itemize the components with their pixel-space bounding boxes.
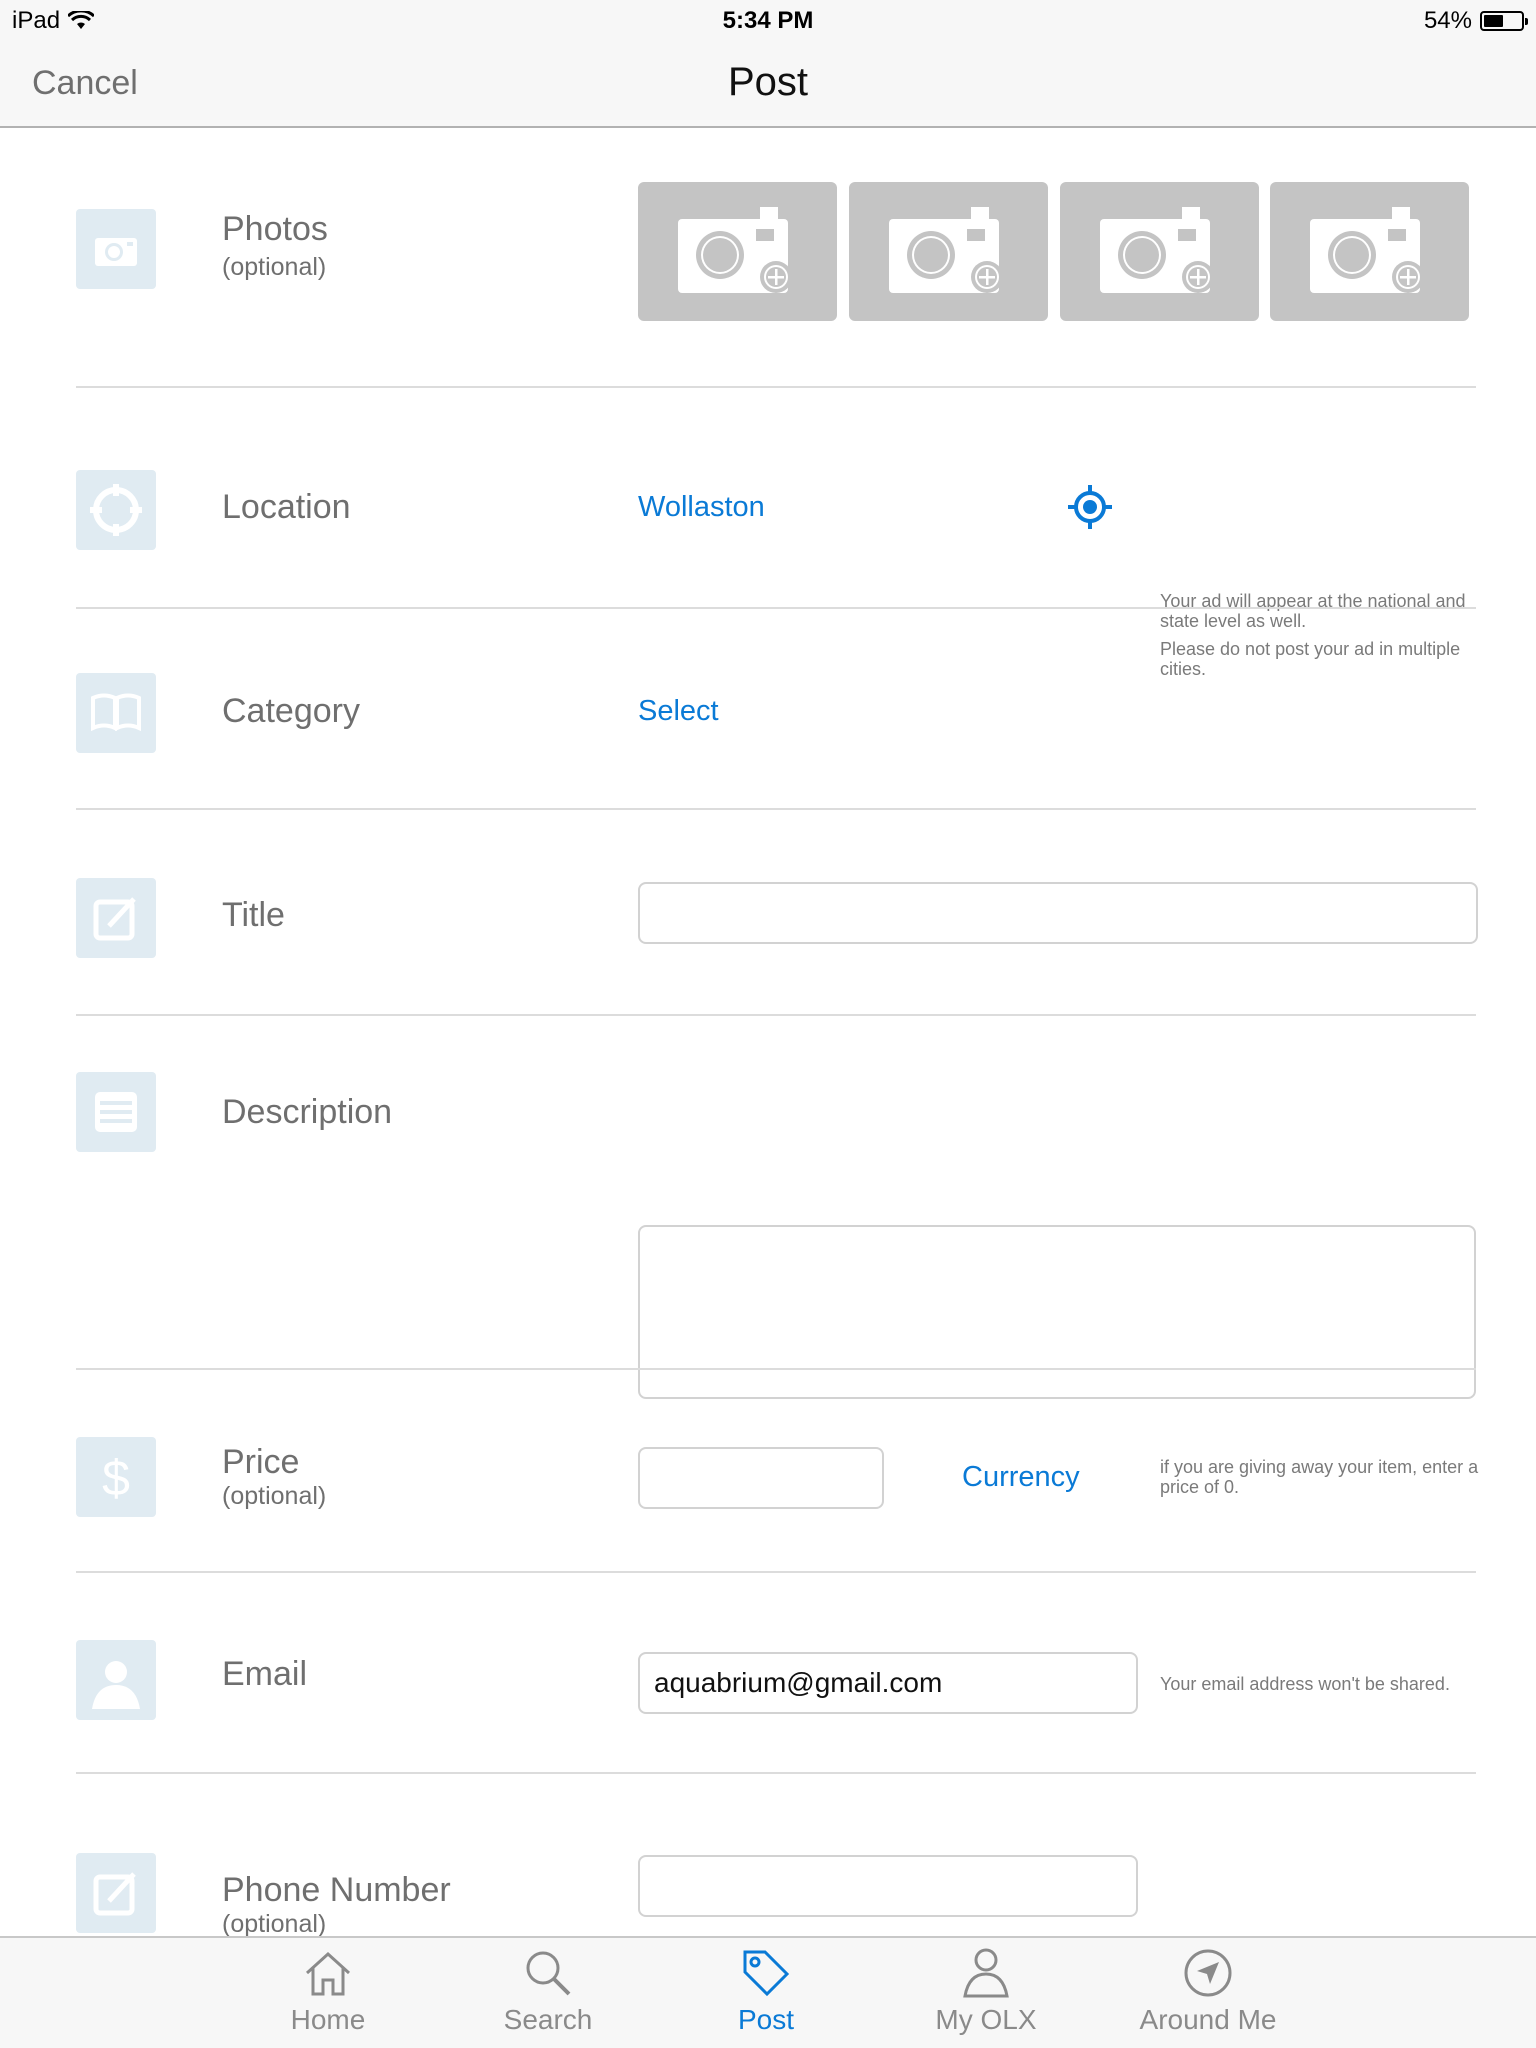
currency-button[interactable]: Currency	[962, 1461, 1080, 1494]
description-row: Description	[0, 1015, 1536, 1399]
locate-me-icon[interactable]	[1068, 485, 1112, 529]
svg-text:$: $	[102, 1450, 130, 1506]
page-title: Post	[727, 60, 809, 104]
add-photo-icon	[1309, 206, 1424, 293]
tab-label: Around Me	[1139, 2004, 1277, 2035]
title-input[interactable]	[638, 882, 1478, 944]
location-value-button[interactable]: Wollaston	[638, 491, 765, 524]
compose-icon	[76, 1853, 156, 1933]
post-form: Photos (optional) Location Wollaston You…	[0, 130, 1536, 1936]
email-input[interactable]	[638, 1652, 1138, 1714]
tab-label: Search	[503, 2004, 593, 2035]
location-target-icon	[76, 470, 156, 550]
battery-status: 54%	[1423, 7, 1528, 35]
phone-label: Phone Number (optional)	[222, 1871, 451, 1936]
compose-icon	[76, 878, 156, 958]
title-row: Title	[0, 809, 1536, 1015]
battery-percent: 54%	[1423, 7, 1472, 34]
photos-label: Photos (optional)	[222, 210, 328, 281]
tab-label: Home	[290, 2004, 366, 2035]
email-hint: Your email address won't be shared.	[1160, 1674, 1450, 1694]
add-photo-button-1[interactable]	[638, 182, 837, 321]
add-photo-button-2[interactable]	[849, 182, 1048, 321]
tab-post[interactable]: Post	[686, 1946, 846, 2036]
dollar-icon: $	[76, 1437, 156, 1517]
battery-icon	[1480, 11, 1528, 31]
tag-icon	[743, 1950, 790, 1997]
price-row: $ Price (optional) Currency if you are g…	[0, 1369, 1536, 1572]
text-lines-icon	[76, 1072, 156, 1152]
category-select-button[interactable]: Select	[638, 695, 719, 728]
home-icon	[305, 1951, 351, 1996]
camera-icon	[76, 209, 156, 289]
price-hint: if you are giving away your item, enter …	[1160, 1457, 1479, 1497]
tab-around-me[interactable]: Around Me	[1128, 1946, 1288, 2036]
photos-row: Photos (optional)	[0, 130, 1536, 388]
phone-input[interactable]	[638, 1855, 1138, 1917]
tab-label: Post	[737, 2004, 795, 2035]
book-icon	[76, 673, 156, 753]
tab-my-olx[interactable]: My OLX	[906, 1946, 1066, 2036]
tab-home[interactable]: Home	[248, 1946, 408, 2036]
phone-row: Phone Number (optional)	[0, 1773, 1536, 1936]
person-icon	[76, 1640, 156, 1720]
title-label: Title	[222, 896, 285, 934]
tab-bar: Home Search Post My OLX Around Me	[0, 1936, 1536, 2048]
tab-search[interactable]: Search	[468, 1946, 628, 2036]
location-row: Location Wollaston Your ad will appear a…	[0, 388, 1536, 679]
person-icon	[963, 1948, 1009, 1998]
category-label: Category	[222, 692, 360, 730]
category-row: Category Select	[0, 608, 1536, 808]
status-bar: iPad 5:34 PM 54%	[0, 0, 1536, 42]
email-label: Email	[222, 1655, 308, 1693]
add-photo-icon	[677, 206, 792, 293]
price-label: Price (optional)	[222, 1443, 327, 1510]
email-row: Email Your email address won't be shared…	[0, 1572, 1536, 1773]
price-input[interactable]	[638, 1447, 884, 1509]
tab-label: My OLX	[935, 2004, 1037, 2035]
add-photo-icon	[1099, 206, 1214, 293]
add-photo-button-4[interactable]	[1270, 182, 1469, 321]
navigation-bar: Cancel Post	[0, 42, 1536, 128]
compass-icon	[1184, 1949, 1232, 1997]
add-photo-button-3[interactable]	[1060, 182, 1259, 321]
clock: 5:34 PM	[722, 7, 814, 34]
search-icon	[526, 1951, 571, 1996]
location-label: Location	[222, 488, 351, 526]
description-label: Description	[222, 1093, 393, 1131]
add-photo-icon	[888, 206, 1003, 293]
